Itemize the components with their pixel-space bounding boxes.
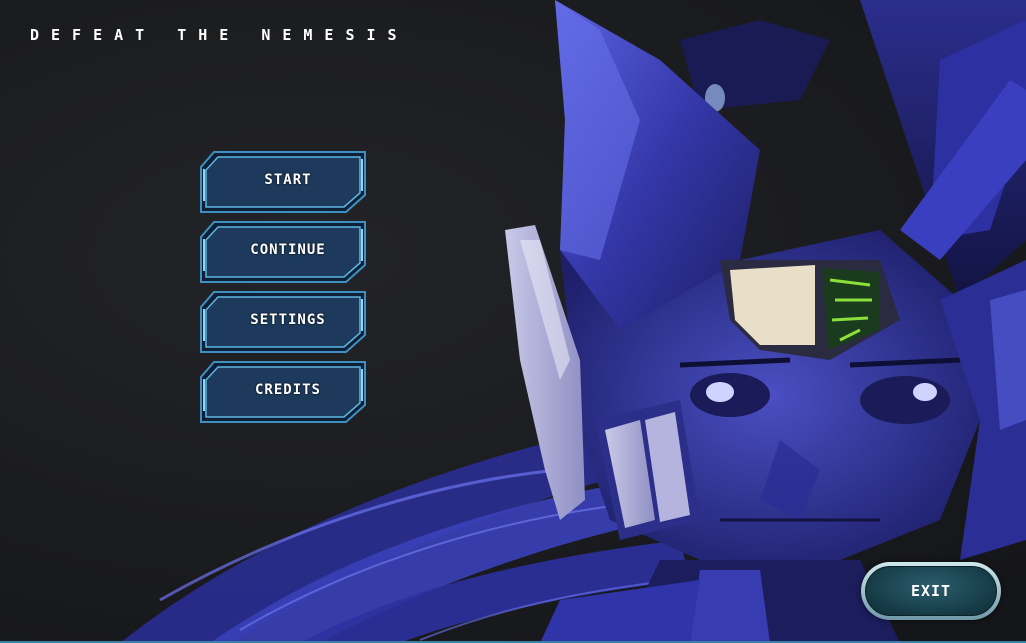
exit-button-label: EXIT [910, 582, 952, 600]
start-button[interactable]: START [200, 151, 366, 213]
continue-button-label: CONTINUE [250, 242, 326, 258]
title-screen: DEFEAT THE NEMESIS START CONTINUE SETTIN… [0, 0, 1026, 643]
hero-robot-illustration [120, 0, 1026, 643]
credits-button[interactable]: CREDITS [200, 361, 366, 423]
credits-button-label: CREDITS [254, 382, 321, 398]
game-title: DEFEAT THE NEMESIS [30, 26, 409, 44]
continue-button[interactable]: CONTINUE [200, 221, 366, 283]
start-button-label: START [264, 172, 312, 188]
exit-button[interactable]: EXIT [861, 562, 1001, 620]
settings-button-label: SETTINGS [250, 312, 326, 328]
settings-button[interactable]: SETTINGS [200, 291, 366, 353]
